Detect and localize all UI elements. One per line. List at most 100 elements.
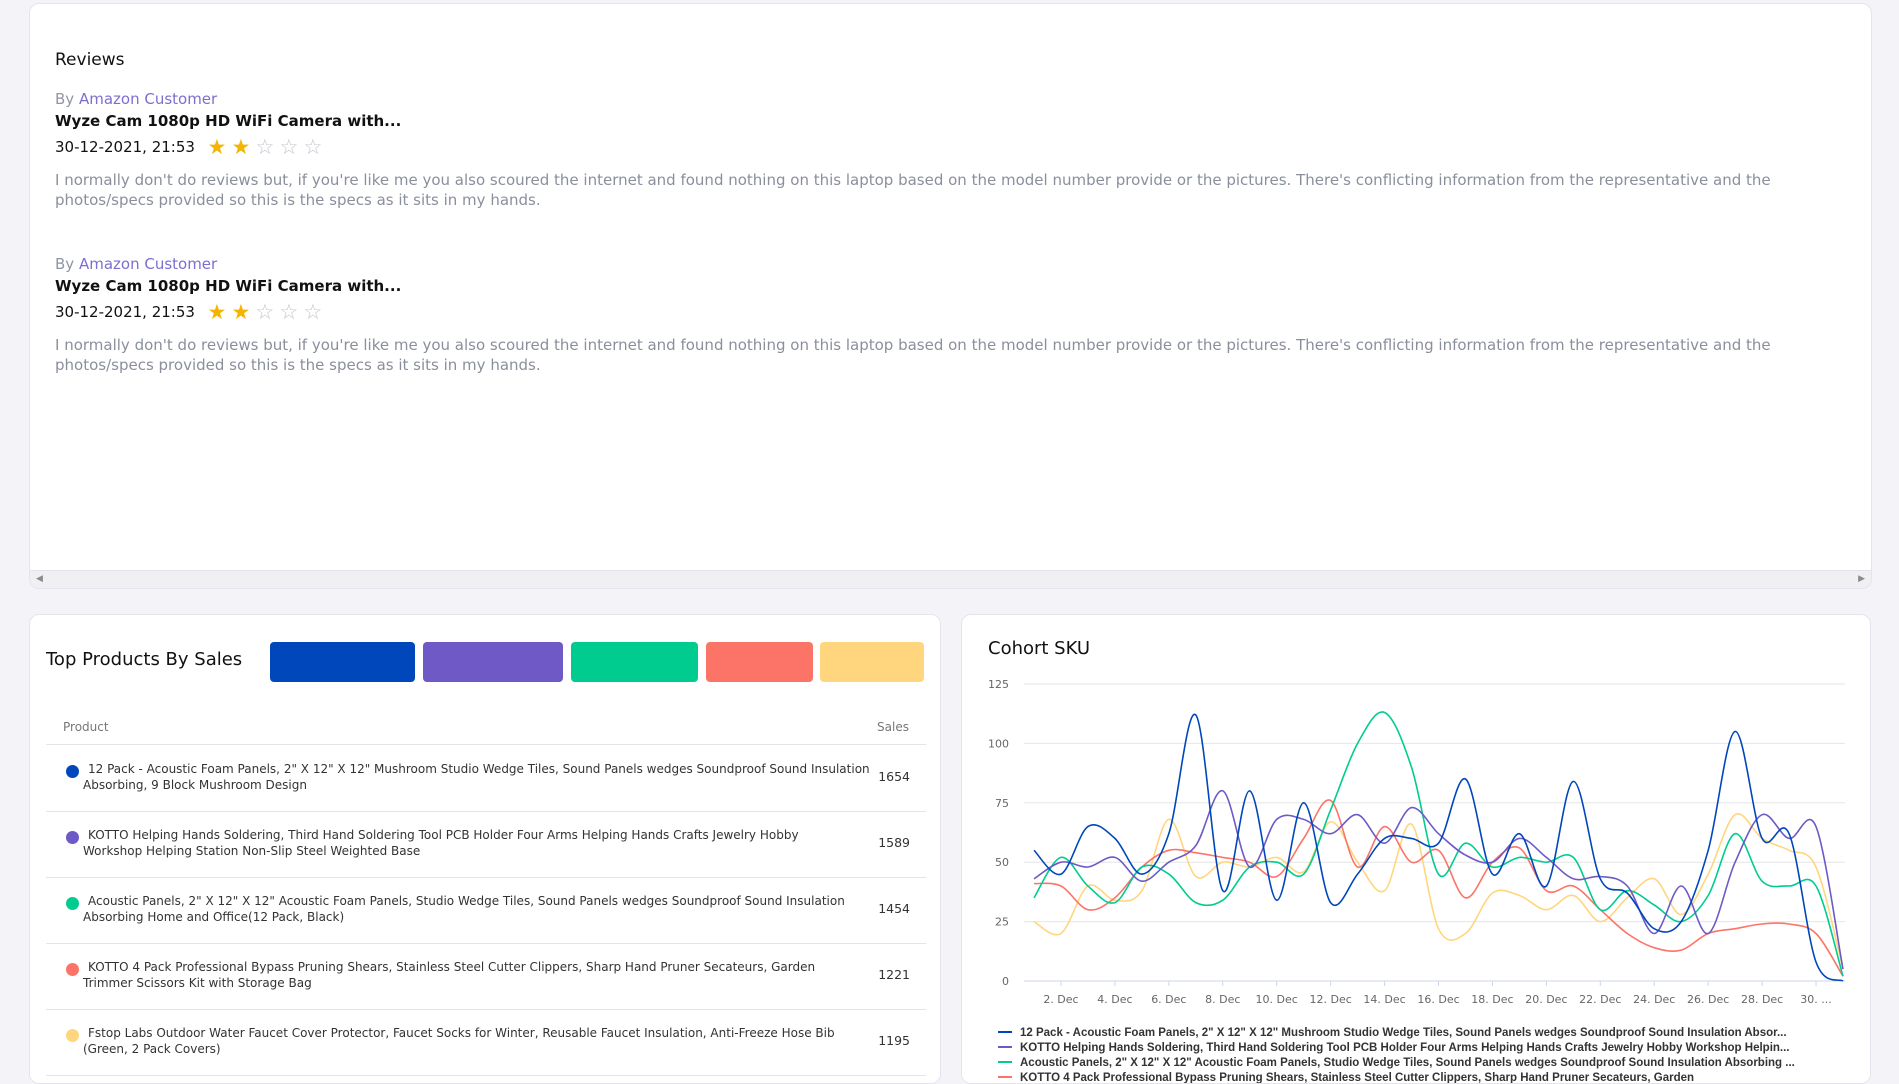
x-tick-label: 24. Dec <box>1633 993 1675 1006</box>
y-tick-label: 75 <box>995 797 1009 810</box>
horizontal-scrollbar[interactable]: ◀ ▶ <box>30 570 1871 588</box>
review-rating: ★ ★ ☆ ☆ ☆ <box>205 300 325 324</box>
star-empty-icon: ☆ <box>303 300 323 324</box>
y-tick-label: 0 <box>1002 975 1009 988</box>
review-text: I normally don't do reviews but, if you'… <box>55 336 1771 374</box>
series-dot <box>66 1029 79 1042</box>
series-dot <box>66 963 79 976</box>
top-products-title: Top Products By Sales <box>46 649 243 670</box>
series-dot <box>66 831 79 844</box>
product-name: Fstop Labs Outdoor Water Faucet Cover Pr… <box>83 1025 883 1057</box>
x-tick-label: 12. Dec <box>1309 993 1351 1006</box>
product-sales: 1454 <box>878 901 910 916</box>
product-name-line: Absorbing Home and Office(12 Pack, Black… <box>83 910 345 924</box>
series-line <box>1033 799 1844 977</box>
review-rating: ★ ★ ☆ ☆ ☆ <box>205 135 325 159</box>
x-tick-label: 10. Dec <box>1256 993 1298 1006</box>
table-row[interactable]: Fstop Labs Outdoor Water Faucet Cover Pr… <box>46 1009 926 1076</box>
x-tick-label: 30. ... <box>1800 993 1831 1006</box>
series-dot <box>66 897 79 910</box>
x-tick-label: 22. Dec <box>1579 993 1621 1006</box>
x-tick-label: 2. Dec <box>1043 993 1078 1006</box>
x-tick-label: 14. Dec <box>1363 993 1405 1006</box>
x-tick-label: 16. Dec <box>1417 993 1459 1006</box>
star-empty-icon: ☆ <box>303 135 323 159</box>
review-meta: 30-12-2021, 21:53 ★ ★ ☆ ☆ ☆ <box>55 297 1855 327</box>
product-color-swatch[interactable] <box>571 642 698 682</box>
review-product-title[interactable]: Wyze Cam 1080p HD WiFi Camera with... <box>55 110 1855 132</box>
review-byline: By Amazon Customer <box>55 253 1855 275</box>
table-row[interactable]: KOTTO 4 Pack Professional Bypass Pruning… <box>46 943 926 1010</box>
legend-label: 12 Pack - Acoustic Foam Panels, 2" X 12"… <box>1020 1027 1787 1039</box>
product-color-swatch[interactable] <box>270 642 415 682</box>
y-tick-label: 100 <box>988 737 1009 750</box>
product-sales: 1589 <box>878 835 910 850</box>
product-name-line: Acoustic Panels, 2" X 12" X 12" Acoustic… <box>88 894 845 908</box>
series-line <box>1033 812 1844 970</box>
series-dot <box>66 765 79 778</box>
x-tick-label: 20. Dec <box>1525 993 1567 1006</box>
x-tick-label: 26. Dec <box>1687 993 1729 1006</box>
product-name-line: KOTTO 4 Pack Professional Bypass Pruning… <box>88 960 816 974</box>
star-empty-icon: ☆ <box>255 300 275 324</box>
product-sales: 1195 <box>878 1033 910 1048</box>
review-product-title[interactable]: Wyze Cam 1080p HD WiFi Camera with... <box>55 275 1855 297</box>
series-line <box>1033 713 1844 982</box>
cohort-line-chart[interactable]: 0 25 50 75 100 125 2. Dec 4. Dec 6. Dec 8. Dec 10.… <box>962 615 1871 1084</box>
review-author-link[interactable]: Amazon Customer <box>79 90 217 108</box>
product-color-swatch[interactable] <box>820 642 924 682</box>
star-empty-icon: ☆ <box>255 135 275 159</box>
review-author-link[interactable]: Amazon Customer <box>79 255 217 273</box>
product-name: Acoustic Panels, 2" X 12" X 12" Acoustic… <box>83 893 883 925</box>
x-tick-label: 4. Dec <box>1097 993 1132 1006</box>
cohort-sku-card: Cohort SKU 0 25 50 75 100 125 2. Dec 4. Dec 6. D… <box>961 614 1871 1084</box>
star-filled-icon: ★ <box>207 135 227 159</box>
x-tick-label: 18. Dec <box>1471 993 1513 1006</box>
top-products-card: Top Products By Sales Product Sales 12 P… <box>29 614 941 1084</box>
review-date: 30-12-2021, 21:53 <box>55 303 195 321</box>
review-item: By Amazon Customer Wyze Cam 1080p HD WiF… <box>55 88 1855 210</box>
table-header: Product Sales <box>46 710 926 745</box>
x-tick-label: 6. Dec <box>1151 993 1186 1006</box>
product-color-swatch[interactable] <box>423 642 563 682</box>
star-filled-icon: ★ <box>207 300 227 324</box>
product-sales: 1221 <box>878 967 910 982</box>
legend-label: KOTTO Helping Hands Soldering, Third Han… <box>1020 1042 1790 1054</box>
reviews-card: Reviews By Amazon Customer Wyze Cam 1080… <box>29 3 1872 589</box>
scroll-left-arrow-icon[interactable]: ◀ <box>36 574 43 584</box>
product-name-line: Fstop Labs Outdoor Water Faucet Cover Pr… <box>88 1026 835 1040</box>
review-text: I normally don't do reviews but, if you'… <box>55 171 1771 209</box>
x-tick-label: 28. Dec <box>1741 993 1783 1006</box>
legend-label: Acoustic Panels, 2" X 12" X 12" Acoustic… <box>1020 1057 1795 1069</box>
review-meta: 30-12-2021, 21:53 ★ ★ ☆ ☆ ☆ <box>55 132 1855 162</box>
product-name: KOTTO 4 Pack Professional Bypass Pruning… <box>83 959 883 991</box>
series-line <box>1033 790 1844 970</box>
table-row[interactable]: KOTTO Helping Hands Soldering, Third Han… <box>46 811 926 878</box>
y-tick-label: 25 <box>995 916 1009 929</box>
table-row[interactable]: 12 Pack - Acoustic Foam Panels, 2" X 12"… <box>46 745 926 812</box>
star-empty-icon: ☆ <box>279 300 299 324</box>
product-name-line: 12 Pack - Acoustic Foam Panels, 2" X 12"… <box>88 762 870 776</box>
y-tick-label: 50 <box>995 856 1009 869</box>
product-name-line: (Green, 2 Pack Covers) <box>83 1042 221 1056</box>
review-byline: By Amazon Customer <box>55 88 1855 110</box>
star-empty-icon: ☆ <box>279 135 299 159</box>
product-name: KOTTO Helping Hands Soldering, Third Han… <box>83 827 883 859</box>
star-filled-icon: ★ <box>231 300 251 324</box>
scroll-right-arrow-icon[interactable]: ▶ <box>1858 574 1865 584</box>
x-tick-label: 8. Dec <box>1205 993 1240 1006</box>
product-name-line: Trimmer Scissors Kit with Storage Bag <box>83 976 312 990</box>
product-color-swatch[interactable] <box>706 642 813 682</box>
column-header-product: Product <box>63 720 109 734</box>
table-row[interactable]: Acoustic Panels, 2" X 12" X 12" Acoustic… <box>46 877 926 944</box>
column-header-sales: Sales <box>877 720 909 734</box>
review-by-prefix: By <box>55 255 75 273</box>
product-name-line: KOTTO Helping Hands Soldering, Third Han… <box>88 828 799 842</box>
y-tick-label: 125 <box>988 678 1009 691</box>
legend-label: KOTTO 4 Pack Professional Bypass Pruning… <box>1020 1072 1694 1084</box>
product-name-line: Absorbing, 9 Block Mushroom Design <box>83 778 307 792</box>
star-filled-icon: ★ <box>231 135 251 159</box>
product-name: 12 Pack - Acoustic Foam Panels, 2" X 12"… <box>83 761 883 793</box>
review-by-prefix: By <box>55 90 75 108</box>
reviews-title: Reviews <box>55 50 125 70</box>
